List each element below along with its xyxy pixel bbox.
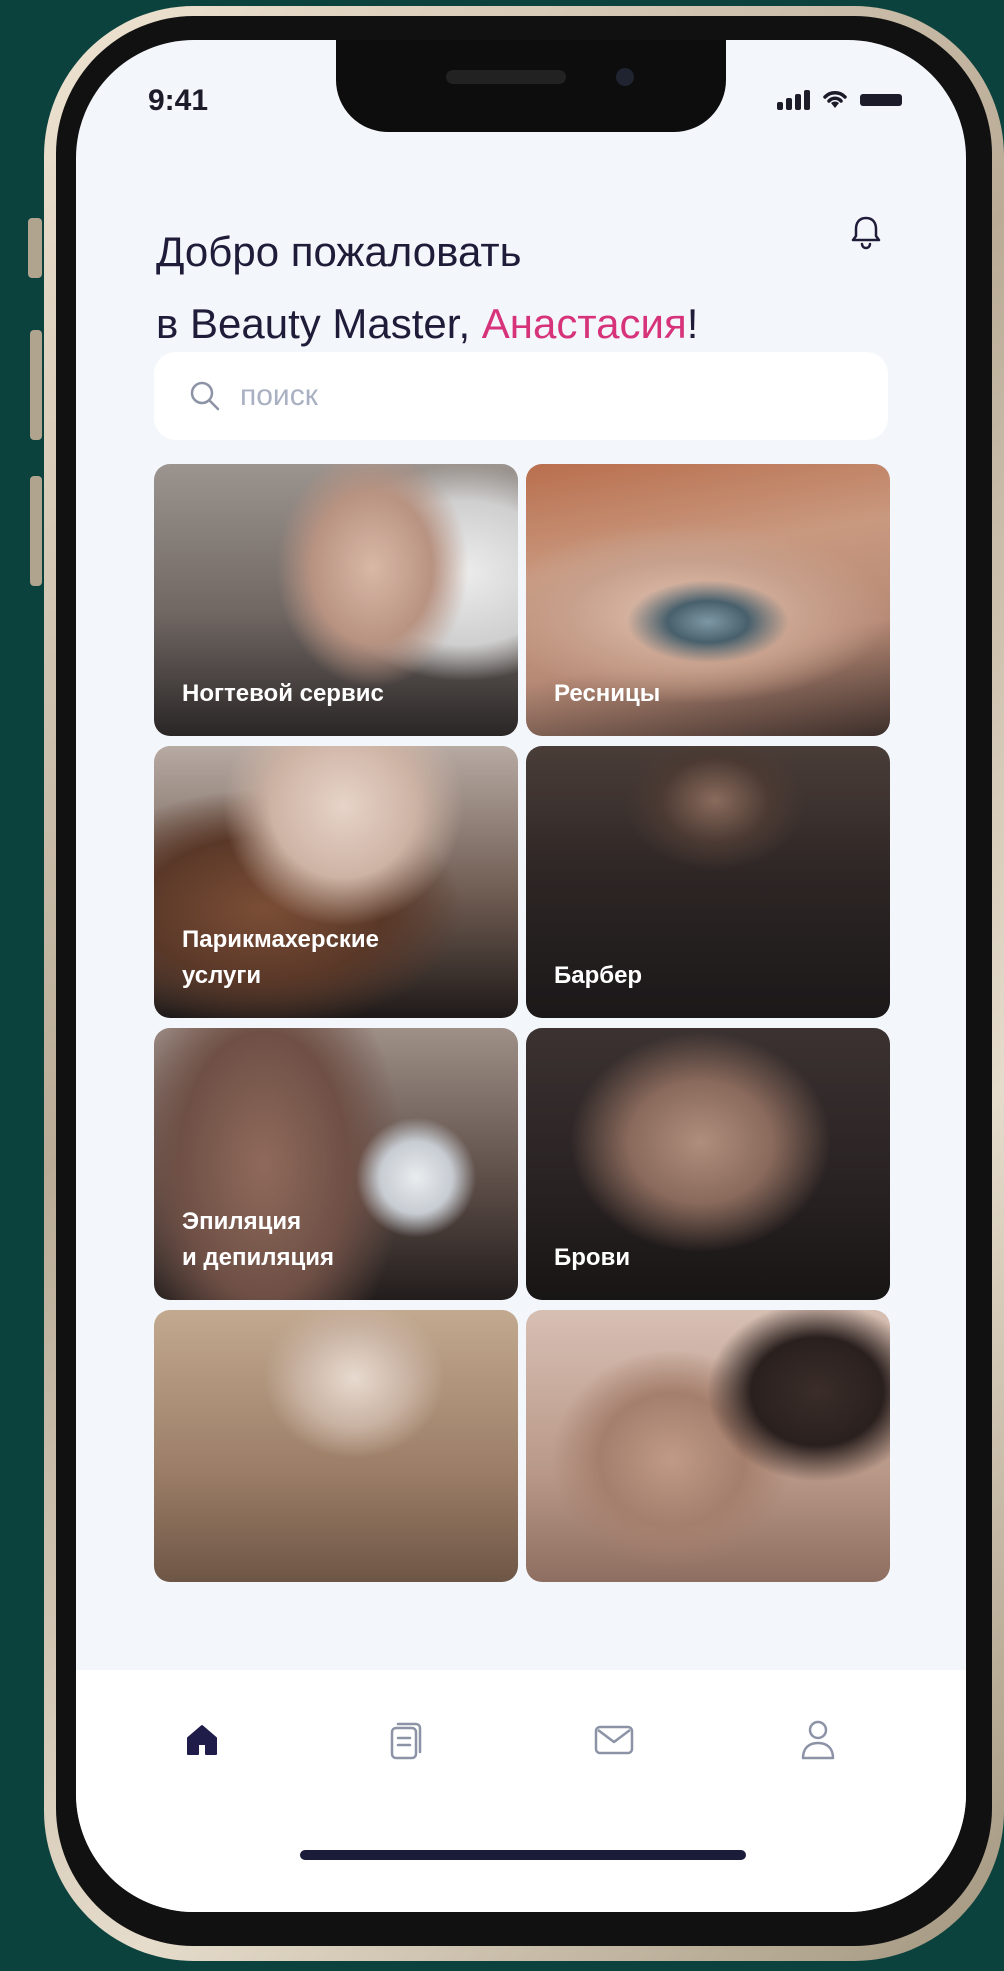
category-tile-skincare[interactable]: [526, 1310, 890, 1582]
tab-messages[interactable]: [584, 1710, 644, 1770]
category-tile-barber[interactable]: Барбер: [526, 746, 890, 1018]
search-bar[interactable]: [154, 352, 888, 440]
category-tile-lashes[interactable]: Ресницы: [526, 464, 890, 736]
tab-bar: [76, 1670, 966, 1912]
greeting-line-1: Добро пожаловать: [156, 228, 522, 275]
tile-label: Парикмахерские услуги: [182, 926, 380, 989]
mail-icon: [594, 1725, 634, 1755]
phone-volume-down: [30, 476, 42, 586]
tile-label: Эпиляция и депиляция: [182, 1208, 335, 1271]
phone-volume-up: [30, 330, 42, 440]
category-tile-makeup[interactable]: [154, 1310, 518, 1582]
search-input[interactable]: [238, 378, 842, 414]
greeting-line-2: в Beauty Master, Анастасия!: [156, 288, 796, 360]
skincare-photo: [526, 1310, 890, 1582]
bell-icon[interactable]: [846, 212, 886, 252]
tab-home[interactable]: [172, 1710, 232, 1770]
category-tile-hair[interactable]: Парикмахерские услуги: [154, 746, 518, 1018]
tab-profile[interactable]: [788, 1710, 848, 1770]
home-icon: [187, 1725, 217, 1755]
search-icon: [190, 381, 220, 411]
tile-label: Ногтевой сервис: [182, 680, 384, 707]
category-tile-brows[interactable]: Брови: [526, 1028, 890, 1300]
category-tile-epilation[interactable]: Эпиляция и депиляция: [154, 1028, 518, 1300]
user-name: Анастасия: [481, 300, 687, 347]
greeting-prefix: в Beauty Master,: [156, 300, 482, 347]
greeting-suffix: !: [686, 300, 699, 347]
camera: [616, 68, 634, 86]
profile-icon: [801, 1720, 835, 1760]
tile-label: Брови: [554, 1244, 631, 1271]
makeup-photo: [154, 1310, 518, 1582]
speaker: [446, 70, 566, 84]
home-indicator: [300, 1850, 746, 1860]
category-tile-nails[interactable]: Ногтевой сервис: [154, 464, 518, 736]
wifi-icon: [823, 91, 847, 108]
battery-icon: [860, 94, 902, 106]
status-icons: [777, 88, 902, 110]
tab-documents[interactable]: [376, 1710, 436, 1770]
notch: [336, 40, 726, 132]
tile-label: Ресницы: [554, 680, 661, 707]
status-time: 9:41: [148, 84, 209, 117]
phone-silent-switch: [28, 218, 42, 278]
document-icon: [390, 1722, 422, 1760]
signal-icon: [777, 90, 810, 110]
tile-label: Барбер: [554, 962, 643, 989]
greeting: Добро пожаловать в Beauty Master, Анаста…: [156, 216, 796, 360]
app-screen: 9:41 Добро пожаловать в Beauty Master, А…: [76, 40, 966, 1912]
